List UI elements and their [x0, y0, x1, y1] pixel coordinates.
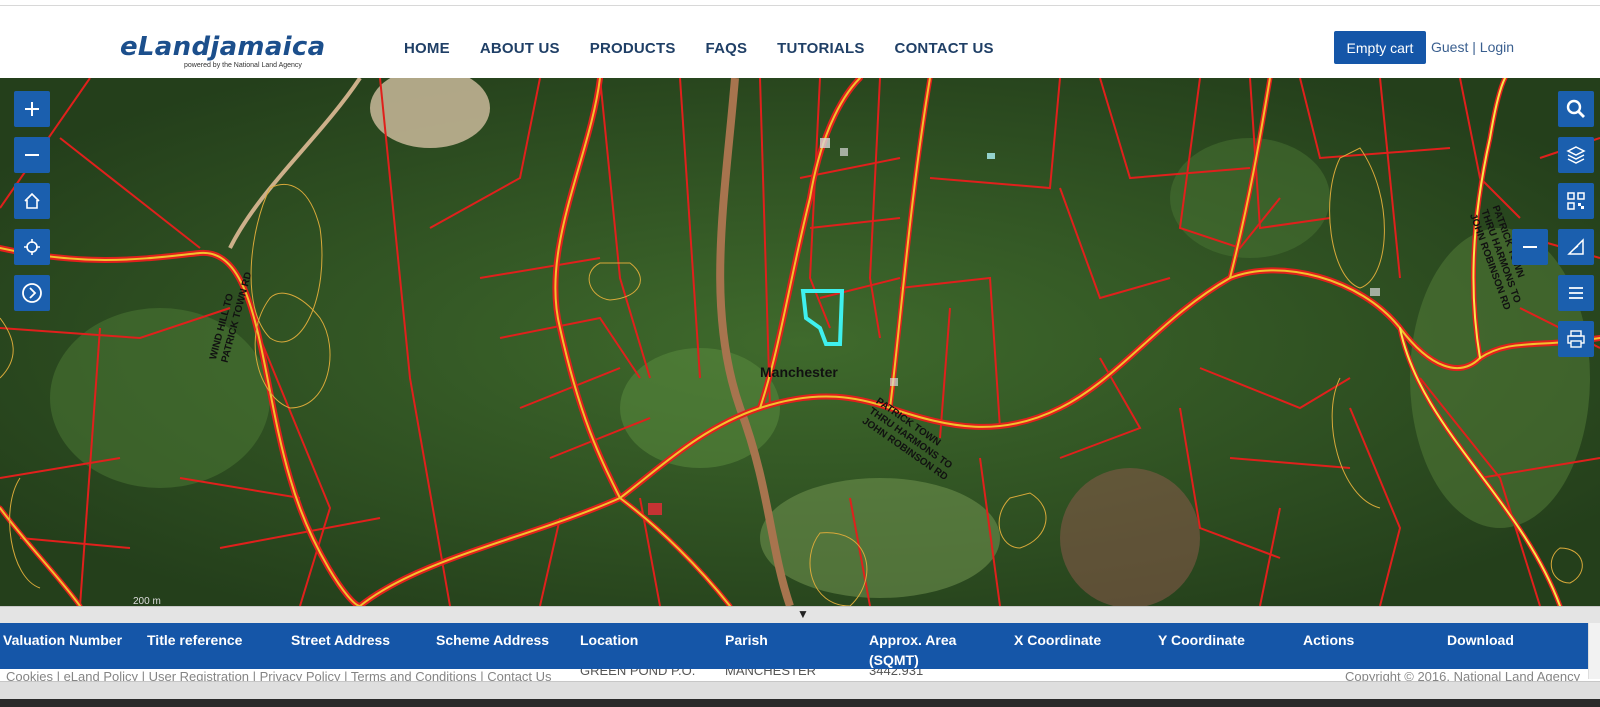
map-viewport[interactable]: Manchester PATRICK TOWN THRU HARMONS TO … — [0, 78, 1600, 606]
satellite-map — [0, 78, 1600, 606]
collapse-tools-button[interactable] — [1512, 229, 1548, 265]
qr-code-button[interactable] — [1558, 183, 1594, 219]
logo-text: eLandjamaica — [120, 32, 326, 62]
auth-separator: | — [1472, 39, 1476, 55]
cell-parish: MANCHESTER — [725, 669, 817, 678]
list-button[interactable] — [1558, 275, 1594, 311]
col-y-coordinate: Y Coordinate — [1158, 632, 1245, 648]
search-icon — [1566, 99, 1585, 118]
nav-faqs[interactable]: FAQS — [706, 40, 748, 57]
nav-home[interactable]: HOME — [404, 40, 450, 57]
main-nav: HOME ABOUT US PRODUCTS FAQS TUTORIALS CO… — [404, 40, 1024, 57]
site-logo[interactable]: eLandjamaica powered by the National Lan… — [120, 32, 326, 69]
measure-icon — [1567, 238, 1584, 255]
nav-products[interactable]: PRODUCTS — [590, 40, 676, 57]
layers-icon — [1566, 146, 1586, 164]
measure-button[interactable] — [1558, 229, 1594, 265]
empty-cart-button[interactable]: Empty cart — [1334, 31, 1426, 64]
col-street-address: Street Address — [291, 632, 391, 648]
search-button[interactable] — [1558, 91, 1594, 127]
login-link[interactable]: Login — [1480, 39, 1514, 55]
scale-bar-label: 200 m — [133, 596, 161, 606]
qr-code-icon — [1567, 192, 1585, 210]
print-button[interactable] — [1558, 321, 1594, 357]
home-button[interactable] — [14, 183, 50, 219]
locate-button[interactable] — [14, 229, 50, 265]
crosshair-icon — [24, 239, 40, 255]
list-icon — [1569, 287, 1583, 299]
col-download: Download — [1447, 632, 1514, 648]
col-actions: Actions — [1303, 632, 1355, 648]
results-table-header: Valuation Number Title reference Street … — [0, 623, 1588, 669]
home-icon — [24, 192, 40, 209]
arrow-right-circle-icon — [22, 283, 42, 303]
layers-button[interactable] — [1558, 137, 1594, 173]
col-scheme-address: Scheme Address — [436, 632, 550, 648]
col-x-coordinate: X Coordinate — [1014, 632, 1102, 648]
col-parish: Parish — [725, 632, 768, 648]
nav-tutorials[interactable]: TUTORIALS — [777, 40, 864, 57]
col-approx-area: Approx. Area (SQMT) — [869, 632, 957, 668]
zoom-out-button[interactable] — [14, 137, 50, 173]
next-button[interactable] — [14, 275, 50, 311]
table-scrollbar[interactable] — [1588, 623, 1600, 679]
nav-about-us[interactable]: ABOUT US — [480, 40, 560, 57]
print-icon — [1567, 330, 1585, 348]
logo-subtitle: powered by the National Land Agency — [184, 62, 302, 69]
cell-area: 3442.931 — [869, 669, 924, 678]
plus-icon — [25, 102, 39, 116]
guest-label: Guest — [1431, 39, 1469, 55]
results-panel-toggle[interactable]: ▼ — [0, 606, 1600, 623]
site-header: eLandjamaica powered by the National Lan… — [0, 6, 1600, 78]
col-title-reference: Title reference — [147, 632, 243, 648]
minus-icon — [25, 154, 39, 156]
chevron-down-icon: ▼ — [797, 607, 809, 621]
zoom-in-button[interactable] — [14, 91, 50, 127]
place-label-manchester: Manchester — [760, 364, 838, 380]
col-location: Location — [580, 632, 639, 648]
auth-links: Guest | Login — [1431, 39, 1514, 55]
taskbar-strip — [0, 699, 1600, 707]
col-valuation-number: Valuation Number — [3, 632, 123, 648]
cell-location: GREEN POND P.O. — [580, 669, 696, 678]
minus-icon — [1523, 246, 1537, 248]
nav-contact-us[interactable]: CONTACT US — [895, 40, 994, 57]
